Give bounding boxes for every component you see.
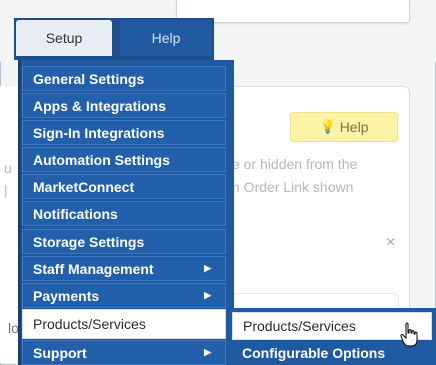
lightbulb-icon: 💡	[319, 119, 336, 134]
menu-item-label: Sign-In Integrations	[33, 124, 165, 141]
menu-item-label: Storage Settings	[33, 233, 145, 250]
tab-setup[interactable]: Setup	[16, 20, 112, 56]
help-button[interactable]: 💡 Help	[290, 112, 398, 142]
help-button-label: Help	[339, 119, 369, 135]
menu-item-notifications[interactable]: Notifications	[22, 201, 226, 226]
caret-right-icon: ▶	[204, 263, 211, 273]
menu-item-products-services[interactable]: Products/Services ▶	[22, 309, 226, 339]
menu-item-label: MarketConnect	[33, 178, 135, 195]
close-icon[interactable]: ×	[386, 234, 395, 252]
menu-item-label: General Settings	[33, 70, 145, 87]
tab-help[interactable]: Help	[120, 20, 212, 56]
menu-item-label: Automation Settings	[33, 151, 170, 168]
menu-item-label: Support	[33, 344, 87, 361]
menu-item-marketconnect[interactable]: MarketConnect	[22, 174, 226, 199]
hand-pointer-icon	[400, 322, 418, 347]
menu-item-label: Staff Management	[33, 260, 154, 277]
menu-item-storage-settings[interactable]: Storage Settings	[22, 229, 226, 254]
menu-item-label: Payments	[33, 287, 100, 304]
menu-item-support[interactable]: Support ▶	[22, 340, 226, 365]
bg-description-line: e or hidden from the	[232, 156, 358, 172]
caret-right-icon: ▶	[204, 347, 211, 357]
caret-right-icon: ▶	[204, 290, 211, 300]
menu-item-label: Apps & Integrations	[33, 97, 167, 114]
menu-item-payments[interactable]: Payments ▶	[22, 283, 226, 308]
menu-item-automation-settings[interactable]: Automation Settings	[22, 147, 226, 172]
menu-item-sign-in-integrations[interactable]: Sign-In Integrations	[22, 120, 226, 145]
menu-item-staff-management[interactable]: Staff Management ▶	[22, 256, 226, 281]
menu-item-general-settings[interactable]: General Settings	[22, 66, 226, 91]
submenu-item-label: Products/Services	[243, 318, 356, 334]
menu-item-apps-integrations[interactable]: Apps & Integrations	[22, 93, 226, 118]
submenu-item-label: Configurable Options	[242, 345, 386, 361]
menu-item-label: Products/Services	[33, 316, 146, 332]
bg-text-fragment: u	[4, 160, 12, 176]
bg-description-line: n Order Link shown	[232, 179, 354, 195]
menu-item-label: Notifications	[33, 205, 118, 222]
caret-right-icon: ▶	[204, 319, 211, 329]
bg-text-fragment: |	[4, 182, 8, 198]
